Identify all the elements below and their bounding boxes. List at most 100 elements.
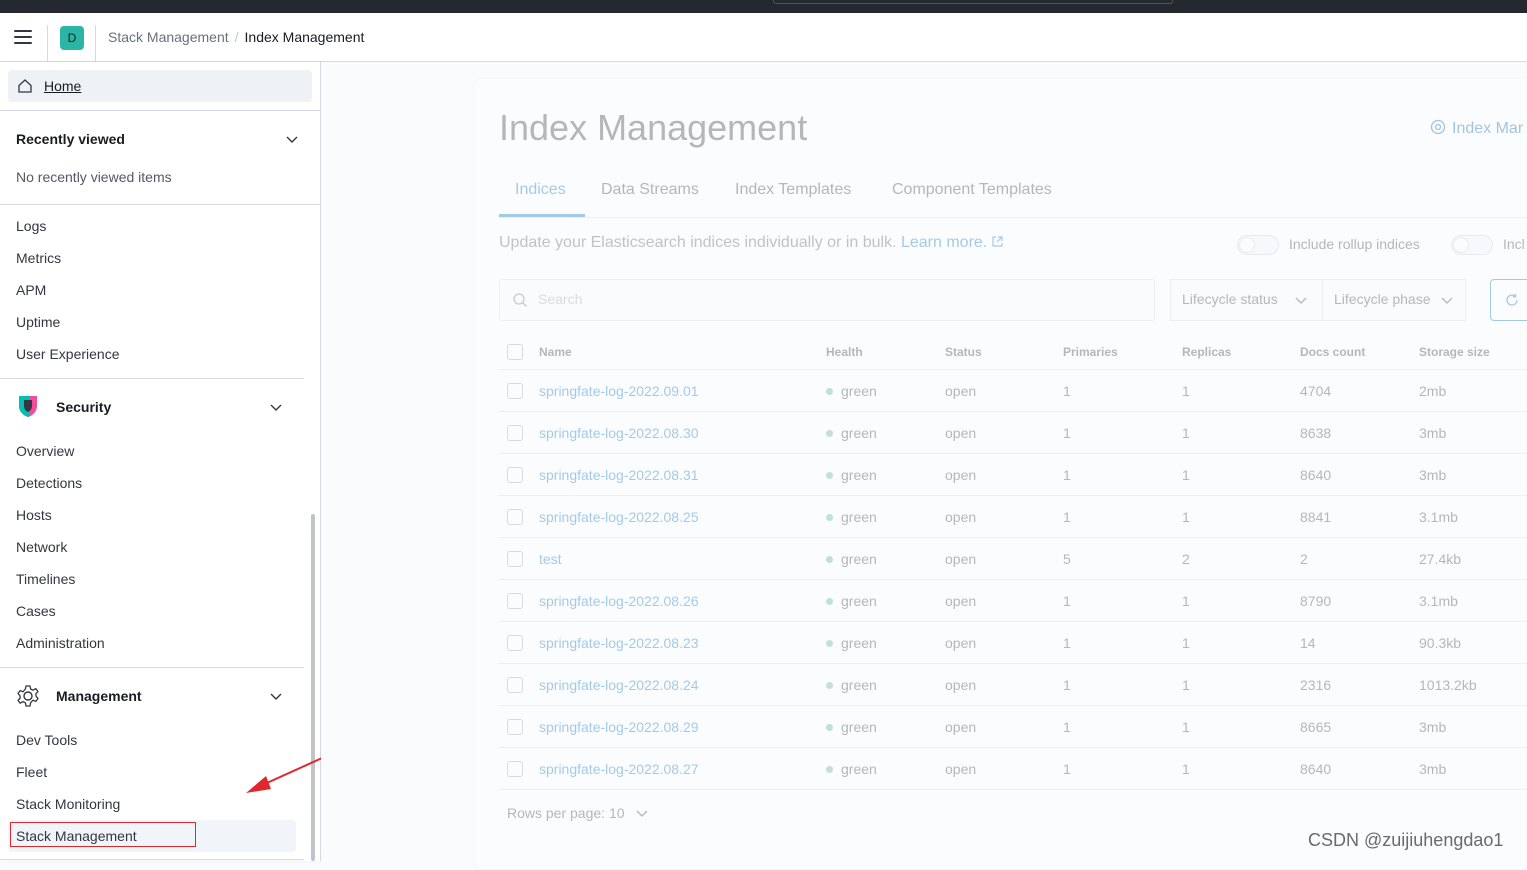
row-checkbox[interactable] [507,467,523,484]
external-link-icon [992,236,1003,247]
sidebar-item-overview[interactable]: Overview [16,443,74,459]
status-cell: open [945,705,1063,748]
lifecycle-status-filter[interactable]: Lifecycle status [1170,279,1324,321]
table-row: springfate-log-2022.08.26 green open 1 1 8790… [499,579,1527,622]
sidebar-item-detections[interactable]: Detections [16,475,82,491]
primaries-cell: 1 [1063,705,1182,748]
chevron-down-icon[interactable] [285,132,299,146]
space-avatar[interactable]: D [60,26,84,50]
sidebar-item-dev-tools[interactable]: Dev Tools [16,732,77,748]
row-checkbox[interactable] [507,383,523,400]
tab-component-templates[interactable]: Component Templates [892,181,1052,199]
sidebar-item-stack-monitoring[interactable]: Stack Monitoring [16,796,120,812]
management-section-title[interactable]: Management [56,688,142,704]
docs-count-cell: 8640 [1300,453,1419,496]
include-rollup-toggle[interactable] [1237,235,1279,255]
tab-data-streams[interactable]: Data Streams [601,181,699,199]
health-label: green [841,424,877,441]
table-header-row: Name Health Status Primaries Replicas Do… [499,335,1527,370]
replicas-cell: 2 [1182,537,1300,580]
docs-icon [1430,119,1446,135]
reload-button[interactable] [1490,279,1527,321]
index-name-link[interactable]: springfate-log-2022.08.31 [539,453,826,496]
index-name-link[interactable]: springfate-log-2022.08.24 [539,663,826,706]
index-name-link[interactable]: springfate-log-2022.08.30 [539,411,826,454]
row-checkbox[interactable] [507,593,523,610]
rows-per-page-button[interactable]: Rows per page: 10 [507,805,648,821]
column-header-health[interactable]: Health [826,335,945,370]
page-title: Index Management [499,107,808,148]
index-name-link[interactable]: springfate-log-2022.08.23 [539,621,826,664]
storage-size-cell: 27.4kb [1419,537,1527,580]
index-name-link[interactable]: springfate-log-2022.09.01 [539,369,826,412]
chevron-down-icon[interactable] [269,689,283,703]
select-all-checkbox[interactable] [507,344,523,360]
sidebar-item-user-experience[interactable]: User Experience [16,346,120,362]
learn-more-link[interactable]: Learn more. [901,234,987,251]
recently-viewed-title[interactable]: Recently viewed [16,131,125,147]
index-name-link[interactable]: test [539,537,826,580]
health-label: green [841,676,877,693]
lifecycle-phase-filter[interactable]: Lifecycle phase [1322,279,1466,321]
health-status-icon [826,598,833,606]
row-checkbox[interactable] [507,509,523,526]
search-placeholder: Search [538,291,583,307]
primaries-cell: 1 [1063,747,1182,790]
sidebar-item-network[interactable]: Network [16,539,67,555]
tab-indices[interactable]: Indices [515,181,566,199]
column-header-docs-count[interactable]: Docs count [1300,335,1419,370]
sidebar-item-cases[interactable]: Cases [16,603,56,619]
security-section-title[interactable]: Security [56,399,111,415]
primaries-cell: 1 [1063,621,1182,664]
toggle-knob [1453,237,1469,253]
include-hidden-toggle[interactable] [1451,235,1493,255]
hamburger-menu-icon[interactable] [14,29,32,45]
health-label: green [841,466,877,483]
tab-index-templates[interactable]: Index Templates [735,181,851,199]
column-header-replicas[interactable]: Replicas [1182,335,1300,370]
column-header-status[interactable]: Status [945,335,1063,370]
health-status-icon [826,640,833,648]
column-header-name[interactable]: Name [539,335,826,370]
health-cell: green [826,495,945,538]
index-name-link[interactable]: springfate-log-2022.08.25 [539,495,826,538]
health-label: green [841,718,877,735]
sidebar-item-metrics[interactable]: Metrics [16,250,61,266]
sidebar-item-logs[interactable]: Logs [16,218,46,234]
breadcrumb-stack-management[interactable]: Stack Management [108,29,229,45]
sidebar-item-uptime[interactable]: Uptime [16,314,60,330]
index-name-link[interactable]: springfate-log-2022.08.27 [539,747,826,790]
storage-size-cell: 2mb [1419,369,1527,412]
row-checkbox[interactable] [507,425,523,442]
storage-size-cell: 3mb [1419,411,1527,454]
row-checkbox[interactable] [507,761,523,778]
sidebar-item-home[interactable]: Home [8,70,312,102]
health-label: green [841,508,877,525]
row-checkbox[interactable] [507,677,523,694]
recently-viewed-empty: No recently viewed items [16,169,172,185]
sidebar-item-timelines[interactable]: Timelines [16,571,75,587]
sidebar-item-apm[interactable]: APM [16,282,46,298]
index-management-docs-link[interactable]: Index Mar [1430,119,1523,138]
column-header-primaries[interactable]: Primaries [1063,335,1182,370]
sidebar-item-fleet[interactable]: Fleet [16,764,47,780]
index-name-link[interactable]: springfate-log-2022.08.29 [539,705,826,748]
column-header-storage-size[interactable]: Storage size [1419,335,1527,370]
search-input[interactable]: Search [499,279,1155,321]
row-checkbox[interactable] [507,719,523,736]
row-checkbox[interactable] [507,635,523,652]
sidebar-item-hosts[interactable]: Hosts [16,507,52,523]
docs-count-cell: 4704 [1300,369,1419,412]
sidebar-item-administration[interactable]: Administration [16,635,105,651]
replicas-cell: 1 [1182,495,1300,538]
page-description: Update your Elasticsearch indices indivi… [499,234,1003,252]
row-checkbox[interactable] [507,551,523,568]
storage-size-cell: 3.1mb [1419,579,1527,622]
index-name-link[interactable]: springfate-log-2022.08.26 [539,579,826,622]
breadcrumb-separator: / [234,29,239,45]
sidebar-scrollbar[interactable] [311,514,315,861]
primaries-cell: 1 [1063,411,1182,454]
primaries-cell: 1 [1063,663,1182,706]
health-status-icon [826,556,833,564]
chevron-down-icon[interactable] [269,400,283,414]
